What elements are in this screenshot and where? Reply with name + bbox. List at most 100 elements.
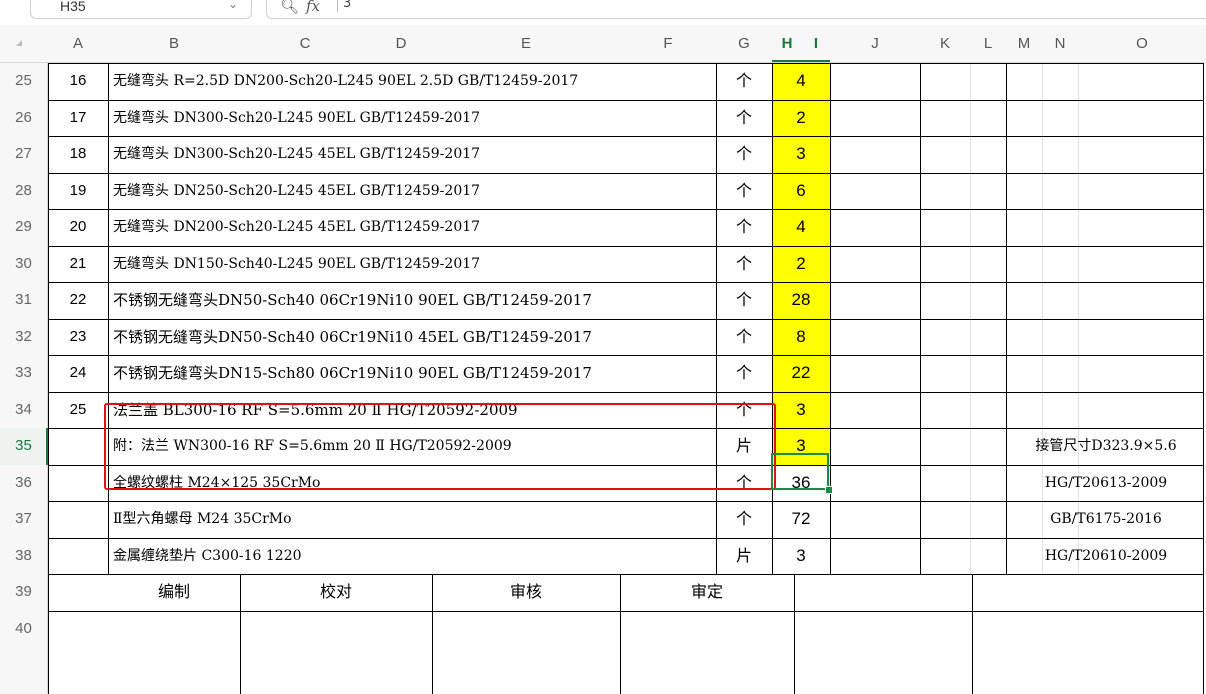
fill-handle[interactable]: [825, 486, 833, 494]
cell-description[interactable]: 全螺纹螺柱 M24×125 35CrMo: [108, 465, 716, 502]
cell-quantity[interactable]: 6: [772, 172, 830, 209]
row-header[interactable]: 37: [0, 501, 48, 538]
cell-seq[interactable]: [48, 428, 108, 465]
cell-seq[interactable]: 19: [48, 173, 108, 210]
cell-remark[interactable]: [1006, 100, 1206, 137]
cell-seq[interactable]: [48, 538, 108, 575]
border-line: [48, 318, 1203, 320]
cell-seq[interactable]: 24: [48, 355, 108, 392]
cell-remark[interactable]: [1006, 246, 1206, 283]
cell-quantity[interactable]: 4: [772, 63, 830, 100]
cell-unit[interactable]: 个: [716, 319, 772, 356]
row-header[interactable]: 40: [0, 610, 48, 694]
prepared-label[interactable]: 编制: [108, 574, 240, 611]
cell-unit[interactable]: 个: [716, 465, 772, 502]
cell-quantity[interactable]: 3: [772, 391, 830, 428]
border-line: [48, 464, 1203, 466]
cell-unit[interactable]: 个: [716, 173, 772, 210]
cell-seq[interactable]: 25: [48, 392, 108, 429]
cell-description[interactable]: 不锈钢无缝弯头DN50-Sch40 06Cr19Ni10 90EL GB/T12…: [108, 282, 716, 319]
row-header[interactable]: 32: [0, 318, 48, 355]
cell-quantity[interactable]: 2: [772, 245, 830, 282]
cell-quantity[interactable]: 3: [772, 538, 830, 575]
cell-quantity[interactable]: 8: [772, 318, 830, 355]
cell-seq[interactable]: 21: [48, 246, 108, 283]
cell-description[interactable]: 无缝弯头 DN150-Sch40-L245 90EL GB/T12459-201…: [108, 246, 716, 283]
row-header[interactable]: 39: [0, 574, 48, 611]
row-header[interactable]: 35: [0, 428, 48, 465]
cell-unit[interactable]: 片: [716, 538, 772, 575]
cell-unit[interactable]: 个: [716, 100, 772, 137]
cell-description[interactable]: 无缝弯头 DN300-Sch20-L245 45EL GB/T12459-201…: [108, 136, 716, 173]
cell-unit[interactable]: 个: [716, 136, 772, 173]
row-header[interactable]: 30: [0, 245, 48, 282]
cell-description[interactable]: 不锈钢无缝弯头DN50-Sch40 06Cr19Ni10 45EL GB/T12…: [108, 319, 716, 356]
cell-seq[interactable]: [48, 465, 108, 502]
row-header[interactable]: 33: [0, 355, 48, 392]
border-line: [240, 574, 241, 694]
cell-description[interactable]: Ⅱ型六角螺母 M24 35CrMo: [108, 501, 716, 538]
cell-quantity[interactable]: 22: [772, 355, 830, 392]
cell-seq[interactable]: 22: [48, 282, 108, 319]
cell-seq[interactable]: [48, 501, 108, 538]
cell-quantity[interactable]: 36: [772, 465, 830, 502]
cell-remark[interactable]: [1006, 209, 1206, 246]
cell-remark[interactable]: 接管尺寸D323.9×5.6: [1006, 428, 1206, 465]
checked-label[interactable]: 校对: [240, 574, 432, 611]
cell-remark[interactable]: [1006, 355, 1206, 392]
spreadsheet-grid[interactable]: 25 16 无缝弯头 R=2.5D DN200-Sch20-L245 90EL 2.…: [0, 0, 1206, 694]
cell-unit[interactable]: 个: [716, 392, 772, 429]
cell-remark[interactable]: HG/T20610-2009: [1006, 538, 1206, 575]
border-line: [48, 574, 1203, 575]
cell-description[interactable]: 附：法兰 WN300-16 RF S=5.6mm 20 Ⅱ HG/T20592-…: [108, 428, 716, 465]
cell-remark[interactable]: [1006, 392, 1206, 429]
cell-description[interactable]: 金属缠绕垫片 C300-16 1220: [108, 538, 716, 575]
cell-quantity[interactable]: 3: [772, 136, 830, 173]
border-line: [48, 610, 1203, 612]
cell-remark[interactable]: [1006, 282, 1206, 319]
cell-unit[interactable]: 个: [716, 209, 772, 246]
cell-unit[interactable]: 个: [716, 355, 772, 392]
row-header[interactable]: 29: [0, 209, 48, 246]
cell-remark[interactable]: [1006, 136, 1206, 173]
row-header[interactable]: 27: [0, 136, 48, 173]
cell-quantity[interactable]: 72: [772, 501, 830, 538]
row-header[interactable]: 25: [0, 63, 48, 100]
border-line: [432, 574, 433, 694]
cell-description[interactable]: 无缝弯头 DN250-Sch20-L245 45EL GB/T12459-201…: [108, 173, 716, 210]
reviewed-label[interactable]: 审核: [432, 574, 620, 611]
cell-unit[interactable]: 个: [716, 63, 772, 100]
cell-quantity[interactable]: 2: [772, 99, 830, 136]
row-header[interactable]: 36: [0, 464, 48, 501]
cell-seq[interactable]: 23: [48, 319, 108, 356]
cell-description[interactable]: 法兰盖 BL300-16 RF S=5.6mm 20 Ⅱ HG/T20592-2…: [108, 392, 716, 429]
cell-description[interactable]: 无缝弯头 R=2.5D DN200-Sch20-L245 90EL 2.5D G…: [108, 63, 716, 100]
row-header[interactable]: 34: [0, 391, 48, 428]
cell-seq[interactable]: 20: [48, 209, 108, 246]
cell-quantity[interactable]: 3: [772, 428, 830, 465]
row-header[interactable]: 26: [0, 99, 48, 136]
cell-remark[interactable]: [1006, 319, 1206, 356]
cell-unit[interactable]: 片: [716, 428, 772, 465]
border-line: [48, 428, 1203, 429]
cell-description[interactable]: 无缝弯头 DN200-Sch20-L245 45EL GB/T12459-201…: [108, 209, 716, 246]
border-line: [794, 574, 795, 694]
cell-seq[interactable]: 16: [48, 63, 108, 100]
cell-remark[interactable]: HG/T20613-2009: [1006, 465, 1206, 502]
cell-quantity[interactable]: 28: [772, 282, 830, 319]
cell-remark[interactable]: GB/T6175-2016: [1006, 501, 1206, 538]
row-header[interactable]: 38: [0, 537, 48, 574]
cell-remark[interactable]: [1006, 63, 1206, 100]
cell-description[interactable]: 不锈钢无缝弯头DN15-Sch80 06Cr19Ni10 90EL GB/T12…: [108, 355, 716, 392]
cell-unit[interactable]: 个: [716, 282, 772, 319]
cell-unit[interactable]: 个: [716, 501, 772, 538]
cell-remark[interactable]: [1006, 173, 1206, 210]
cell-description[interactable]: 无缝弯头 DN300-Sch20-L245 90EL GB/T12459-201…: [108, 100, 716, 137]
cell-seq[interactable]: 17: [48, 100, 108, 137]
row-header[interactable]: 31: [0, 282, 48, 319]
approved-label[interactable]: 审定: [620, 574, 794, 611]
row-header[interactable]: 28: [0, 172, 48, 209]
cell-quantity[interactable]: 4: [772, 209, 830, 246]
cell-seq[interactable]: 18: [48, 136, 108, 173]
cell-unit[interactable]: 个: [716, 246, 772, 283]
